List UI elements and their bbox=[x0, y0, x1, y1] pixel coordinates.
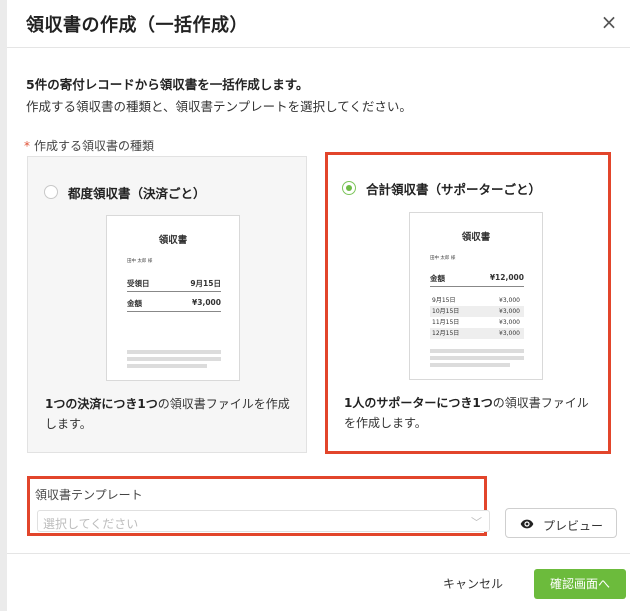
template-label: 領収書テンプレート bbox=[35, 488, 143, 502]
doc-row-label: 金額 bbox=[127, 299, 142, 308]
radio-per-payment[interactable] bbox=[44, 185, 58, 199]
doc-item-date: 9月15日 bbox=[432, 297, 456, 304]
option-title-per-payment: 都度領収書（決済ごと） bbox=[68, 186, 206, 201]
desc-emphasis: 1つの決済につき1つ bbox=[45, 397, 158, 411]
doc-item-date: 12月15日 bbox=[432, 330, 460, 337]
doc-item-date: 10月15日 bbox=[432, 308, 460, 315]
intro-summary: 5件の寄付レコードから領収書を一括作成します。 bbox=[26, 77, 309, 92]
doc-row-amount: 金額 ¥3,000 bbox=[127, 298, 221, 312]
doc-row-date: 受領日 9月15日 bbox=[127, 278, 221, 292]
doc-item-date: 11月15日 bbox=[432, 319, 460, 326]
doc-placeholder-line bbox=[430, 363, 510, 367]
receipt-type-label-text: 作成する領収書の種類 bbox=[34, 139, 155, 153]
doc-row-value: ¥12,000 bbox=[489, 273, 524, 282]
doc-item-row: 11月15日 ¥3,000 bbox=[430, 317, 524, 328]
chevron-down-icon: ﹀ bbox=[471, 516, 482, 529]
doc-recipient-name: 田中 太郎 様 bbox=[430, 256, 456, 261]
dialog-header: 領収書の作成（一括作成） × bbox=[7, 0, 630, 48]
doc-item-row: 12月15日 ¥3,000 bbox=[430, 328, 524, 339]
doc-item-row: 10月15日 ¥3,000 bbox=[430, 306, 524, 317]
doc-row-value: 9月15日 bbox=[190, 279, 221, 288]
doc-placeholder-line bbox=[127, 364, 207, 368]
dialog-title: 領収書の作成（一括作成） bbox=[26, 15, 248, 36]
doc-placeholder-line bbox=[430, 349, 524, 353]
option-description-per-payment: 1つの決済につき1つの領収書ファイルを作成します。 bbox=[45, 394, 297, 434]
radio-total-per-supporter[interactable] bbox=[342, 181, 356, 195]
doc-row-label: 受領日 bbox=[127, 279, 150, 288]
receipt-preview-illustration: 領収書 田中 太郎 様 受領日 9月15日 金額 ¥3,000 bbox=[106, 215, 240, 381]
intro-instructions: 作成する領収書の種類と、領収書テンプレートを選択してください。 bbox=[26, 99, 412, 114]
doc-title: 領収書 bbox=[461, 232, 491, 243]
option-title-total: 合計領収書（サポーターごと） bbox=[366, 182, 542, 197]
doc-placeholder-line bbox=[127, 350, 221, 354]
doc-item-row: 9月15日 ¥3,000 bbox=[430, 295, 524, 306]
doc-item-amount: ¥3,000 bbox=[499, 297, 520, 304]
doc-placeholder-line bbox=[127, 357, 221, 361]
doc-row-value: ¥3,000 bbox=[192, 298, 221, 307]
doc-item-amount: ¥3,000 bbox=[499, 319, 520, 326]
doc-recipient-name: 田中 太郎 様 bbox=[127, 259, 153, 264]
template-select[interactable]: 選択してください ﹀ bbox=[37, 510, 490, 532]
doc-placeholder-line bbox=[430, 356, 524, 360]
required-mark: * bbox=[24, 139, 30, 153]
doc-item-amount: ¥3,000 bbox=[499, 330, 520, 337]
option-card-total-per-supporter[interactable]: 合計領収書（サポーターごと） 領収書 田中 太郎 様 金額 ¥12,000 9月… bbox=[325, 152, 611, 454]
preview-button-label: プレビュー bbox=[543, 519, 604, 533]
receipt-preview-illustration: 領収書 田中 太郎 様 金額 ¥12,000 9月15日 ¥3,000 10月1… bbox=[409, 212, 543, 380]
close-icon[interactable]: × bbox=[597, 10, 621, 34]
dialog: 領収書の作成（一括作成） × 5件の寄付レコードから領収書を一括作成します。 作… bbox=[7, 0, 630, 611]
doc-row-label: 金額 bbox=[430, 274, 445, 283]
option-description-total: 1人のサポーターにつき1つの領収書ファイルを作成します。 bbox=[344, 393, 600, 433]
preview-button[interactable]: プレビュー bbox=[505, 508, 617, 538]
cancel-button[interactable]: キャンセル bbox=[443, 575, 503, 592]
doc-row-total: 金額 ¥12,000 bbox=[430, 273, 524, 287]
receipt-type-label: * 作成する領収書の種類 bbox=[24, 137, 154, 154]
confirm-button[interactable]: 確認画面へ bbox=[534, 569, 626, 599]
desc-emphasis: 1人のサポーターにつき1つ bbox=[344, 396, 493, 410]
doc-title: 領収書 bbox=[158, 235, 188, 246]
template-select-placeholder: 選択してください bbox=[43, 517, 139, 531]
eye-icon bbox=[520, 519, 534, 529]
option-card-per-payment[interactable]: 都度領収書（決済ごと） 領収書 田中 太郎 様 受領日 9月15日 金額 ¥3,… bbox=[27, 156, 307, 453]
doc-item-amount: ¥3,000 bbox=[499, 308, 520, 315]
